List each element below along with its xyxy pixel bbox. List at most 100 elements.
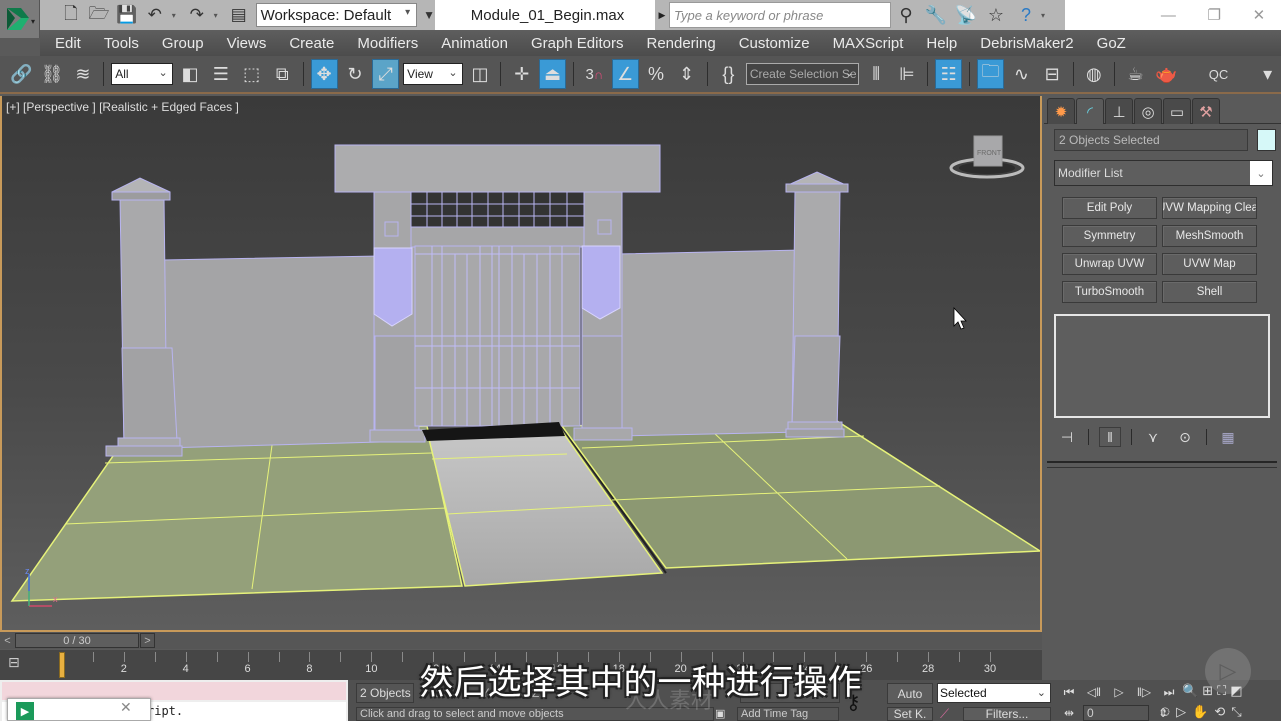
previous-frame-button[interactable]: < (0, 632, 15, 649)
menu-group[interactable]: Group (162, 35, 204, 52)
selection-filter-select[interactable]: All ⌄ (111, 63, 173, 85)
field-of-view-icon[interactable]: ▷ (1176, 704, 1186, 720)
search-input[interactable]: Type a keyword or phrase (669, 2, 891, 28)
play-icon[interactable]: ▷ (1108, 683, 1130, 701)
current-frame-input[interactable]: 0 (1083, 705, 1149, 721)
layer-explorer-icon[interactable]: ☷ (935, 59, 963, 89)
go-to-end-icon[interactable]: ⏭ (1158, 683, 1180, 701)
close-icon[interactable]: ✕ (120, 699, 132, 716)
qc-label[interactable]: QC (1209, 67, 1229, 82)
menu-modifiers[interactable]: Modifiers (357, 35, 418, 52)
open-file-icon[interactable]: 🗁 (88, 4, 110, 26)
maximize-viewport-icon[interactable]: ⤡ (1231, 704, 1241, 720)
utilities-tab-icon[interactable]: ⚒ (1192, 98, 1220, 124)
remove-modifier-icon[interactable]: ⊙ (1174, 427, 1196, 447)
viewport-general-menu[interactable]: [+] (6, 100, 20, 114)
schematic-view-icon[interactable]: ⊟ (1039, 59, 1066, 89)
hierarchy-tab-icon[interactable]: ⊥ (1105, 98, 1133, 124)
object-color-swatch[interactable] (1257, 129, 1276, 151)
menu-tools[interactable]: Tools (104, 35, 139, 52)
zoom-icon[interactable]: 🔍 (1182, 683, 1198, 699)
binoculars-icon[interactable]: ⚲ (891, 2, 921, 28)
communication-center-icon[interactable]: 📡 (951, 2, 981, 28)
coord-x-label[interactable]: X: (430, 686, 441, 700)
workspace-select[interactable]: Workspace: Default ▾ (255, 3, 418, 27)
modifier-list-select[interactable]: Modifier List ⌄ (1054, 160, 1273, 186)
maxscript-mini-listener[interactable]: ript. ▶ ✕ (0, 680, 348, 721)
track-ruler[interactable]: 024681012141618202224262830 (50, 650, 996, 680)
modifier-symmetry-button[interactable]: Symmetry (1062, 225, 1157, 247)
select-manipulate-icon[interactable]: ✛ (508, 59, 535, 89)
menu-maxscript[interactable]: MAXScript (833, 35, 904, 52)
modify-tab-icon[interactable]: ◜ (1076, 98, 1104, 124)
material-editor-icon[interactable]: ◍ (1080, 59, 1107, 89)
video-play-overlay-icon[interactable]: ▷ (1205, 648, 1251, 694)
coord-z-label[interactable]: Z: (532, 686, 543, 700)
modifier-stack-list[interactable] (1054, 314, 1270, 418)
modifier-shell-button[interactable]: Shell (1162, 281, 1257, 303)
time-slider-thumb[interactable]: 0 / 30 (15, 633, 139, 648)
keyboard-shortcut-override-icon[interactable]: ⏏ (539, 59, 566, 89)
coord-y-label[interactable]: Y: (481, 686, 492, 700)
set-keys-icon[interactable]: ⟋ (940, 706, 949, 721)
auto-key-button[interactable]: Auto (887, 683, 933, 704)
select-by-name-icon[interactable]: ☰ (207, 59, 234, 89)
redo-icon[interactable]: ↷ (186, 4, 208, 26)
time-configuration-icon[interactable]: ⏲ (1160, 704, 1170, 720)
minimize-icon[interactable]: — (1161, 7, 1176, 24)
undo-dropdown-icon[interactable]: ▾ (172, 11, 180, 20)
menu-edit[interactable]: Edit (55, 35, 81, 52)
go-to-start-icon[interactable]: ⏮ (1058, 683, 1080, 701)
rectangular-selection-icon[interactable]: ⬚ (238, 59, 265, 89)
project-folder-icon[interactable]: ▤ (228, 4, 250, 26)
modifier-turbosmooth-button[interactable]: TurboSmooth (1062, 281, 1157, 303)
select-and-scale-icon[interactable]: ⤢ (372, 59, 400, 89)
bind-to-space-warp-icon[interactable]: ≋ (70, 59, 97, 89)
close-icon[interactable]: ✕ (1253, 6, 1266, 24)
display-tab-icon[interactable]: ▭ (1163, 98, 1191, 124)
curve-editor-icon[interactable]: ∿ (1008, 59, 1035, 89)
key-mode-toggle-icon[interactable]: ⇹ (1058, 704, 1080, 721)
menu-views[interactable]: Views (227, 35, 267, 52)
percent-snap-icon[interactable]: % (643, 59, 670, 89)
time-tag-icon[interactable]: ▣ (715, 707, 729, 721)
modifier-uvw-map-button[interactable]: UVW Map (1162, 253, 1257, 275)
orbit-icon[interactable]: ⟲ (1214, 704, 1225, 720)
key-mode-icon[interactable]: ⚷ (846, 690, 861, 715)
modifier-edit-poly-button[interactable]: Edit Poly (1062, 197, 1157, 219)
open-mini-curve-editor-icon[interactable]: ⊟ (8, 654, 32, 676)
scene-explorer-icon[interactable]: 🗀 (977, 59, 1004, 89)
modifier-meshsmooth-button[interactable]: MeshSmooth (1162, 225, 1257, 247)
snaps-toggle-icon[interactable]: 3 ∩ (581, 59, 608, 89)
menu-graph-editors[interactable]: Graph Editors (531, 35, 624, 52)
window-crossing-icon[interactable]: ⧉ (269, 59, 296, 89)
favorites-star-icon[interactable]: ☆ (981, 2, 1011, 28)
modifier-unwrap-uvw-button[interactable]: Unwrap UVW (1062, 253, 1157, 275)
add-time-tag-button[interactable]: Add Time Tag (737, 707, 839, 721)
menu-customize[interactable]: Customize (739, 35, 810, 52)
select-and-move-icon[interactable]: ✥ (310, 59, 338, 89)
key-filter-select[interactable]: Selected ⌄ (937, 683, 1051, 703)
menu-goz[interactable]: GoZ (1097, 35, 1126, 52)
show-end-result-icon[interactable]: ‖ (1099, 427, 1121, 447)
toolbar-overflow-icon[interactable]: ▾ (1254, 59, 1281, 89)
spinner-snap-icon[interactable]: ⇕ (673, 59, 700, 89)
unlink-selection-icon[interactable]: ⛓ (39, 59, 66, 89)
qat-overflow-icon[interactable]: ▼ (423, 8, 435, 22)
previous-key-icon[interactable]: ◁‖ (1083, 683, 1105, 701)
modifier-uvw-mapping-clear-button[interactable]: UVW Mapping Clear (1162, 197, 1257, 219)
angle-snap-icon[interactable]: ∠ (611, 59, 639, 89)
object-name-field[interactable]: 2 Objects Selected (1054, 129, 1248, 151)
rendered-frame-window-icon[interactable]: 🫖 (1153, 59, 1180, 89)
next-frame-button[interactable]: > (140, 633, 155, 648)
perspective-viewport[interactable]: [+] [Perspective ] [Realistic + Edged Fa… (0, 96, 1042, 632)
select-object-icon[interactable]: ◧ (177, 59, 204, 89)
menu-debrismaker2[interactable]: DebrisMaker2 (980, 35, 1073, 52)
mirror-icon[interactable]: ⫴ (863, 59, 890, 89)
motion-tab-icon[interactable]: ◎ (1134, 98, 1162, 124)
render-setup-icon[interactable]: ☕ (1122, 59, 1149, 89)
help-icon[interactable]: ? (1011, 2, 1041, 28)
viewport-shading-menu[interactable]: [Realistic + Edged Faces ] (99, 100, 239, 114)
current-frame-marker[interactable] (59, 652, 65, 678)
make-unique-icon[interactable]: ⋎ (1142, 427, 1164, 447)
